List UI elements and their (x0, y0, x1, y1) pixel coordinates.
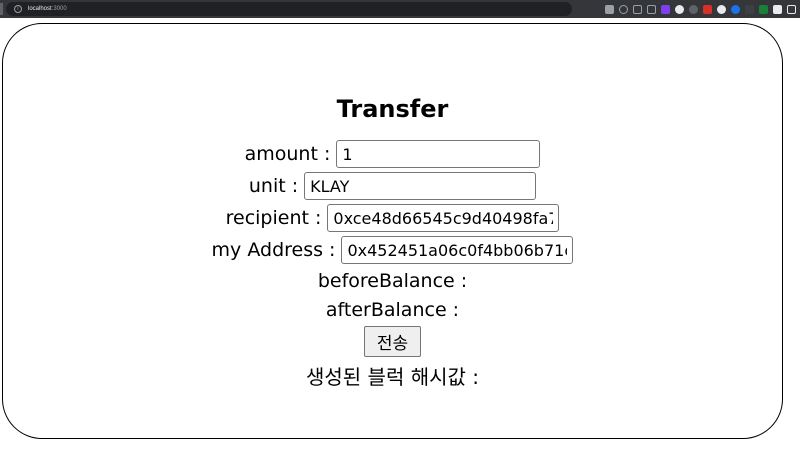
site-info-icon[interactable]: i (14, 5, 22, 13)
extension-grey-icon[interactable] (689, 4, 698, 14)
recipient-label: recipient : (225, 207, 322, 229)
url-host: localhost (28, 6, 52, 12)
extension-globe-icon[interactable] (717, 4, 726, 14)
unit-input[interactable] (304, 172, 537, 200)
extension-green-icon[interactable] (759, 4, 768, 14)
address-bar[interactable]: i localhost:3000 (6, 2, 572, 16)
send-button[interactable]: 전송 (364, 326, 421, 357)
extension-red-icon[interactable] (703, 4, 712, 14)
recipient-input[interactable] (327, 204, 560, 232)
address-label: my Address : (211, 239, 336, 261)
extension-icons (605, 3, 796, 15)
extensions-puzzle-icon[interactable] (773, 4, 782, 14)
before-balance: beforeBalance : (317, 269, 468, 292)
side-panel-icon[interactable] (787, 4, 796, 14)
extension-dark-icon[interactable] (745, 4, 754, 14)
zoom-icon[interactable] (619, 4, 628, 14)
address-row: my Address : (212, 234, 574, 266)
block-hash-label: 생성된 블럭 해시값 : (305, 364, 479, 389)
after-balance: afterBalance : (325, 298, 460, 321)
amount-label: amount : (244, 143, 331, 165)
browser-toolbar: i localhost:3000 (0, 0, 800, 18)
extension-purple-icon[interactable] (661, 4, 670, 14)
page-title: Transfer (336, 95, 449, 123)
bookmark-star-icon[interactable] (647, 4, 656, 14)
address-input[interactable] (341, 236, 574, 264)
recipient-row: recipient : (226, 202, 560, 234)
amount-input[interactable] (336, 140, 541, 168)
extension-white-icon[interactable] (675, 4, 684, 14)
unit-row: unit : (248, 170, 537, 202)
amount-row: amount : (245, 138, 541, 170)
translate-icon[interactable] (605, 4, 614, 14)
extension-blue-icon[interactable] (731, 4, 740, 14)
share-icon[interactable] (633, 4, 642, 14)
url-text: localhost:3000 (28, 6, 67, 12)
unit-label: unit : (248, 175, 299, 197)
url-port: :3000 (51, 6, 67, 12)
transfer-form: Transfer amount : unit : recipient : my … (2, 23, 783, 439)
tab-strip-stub (0, 3, 3, 15)
